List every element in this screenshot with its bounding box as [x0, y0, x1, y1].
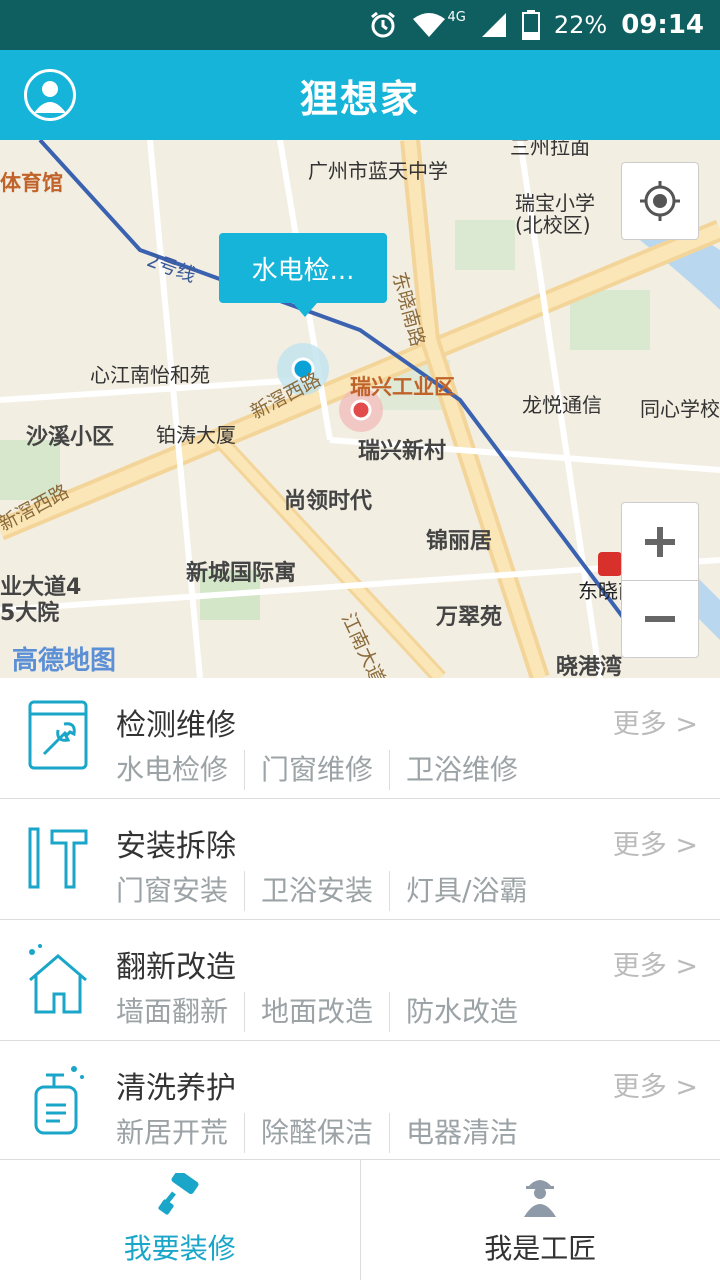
map-label: 新城国际寓	[186, 561, 297, 586]
profile-button[interactable]	[24, 69, 76, 121]
service-name: 翻新改造	[116, 950, 236, 985]
service-name: 安装拆除	[116, 829, 236, 864]
tab-craftsman[interactable]: 我是工匠	[359, 1160, 720, 1280]
sub-service[interactable]: 新居开荒	[116, 1113, 246, 1153]
wifi-icon	[412, 13, 445, 37]
battery-percent: 22%	[553, 11, 608, 39]
spray-bottle-icon	[34, 1066, 84, 1135]
map-label: 锦丽居	[426, 529, 493, 554]
sub-service[interactable]: 门窗维修	[261, 750, 391, 790]
sub-service[interactable]: 墙面翻新	[116, 992, 246, 1032]
map-label: 同心学校	[640, 397, 720, 421]
map-label: 沙溪小区	[26, 425, 115, 450]
service-category[interactable]: 清洗养护 更多 > 新居开荒 除醛保洁 电器清洁	[0, 1041, 720, 1159]
map-label: 铂涛大厦	[156, 423, 236, 447]
service-category[interactable]: 检测维修 更多 > 水电检修 门窗维修 卫浴维修	[0, 678, 720, 799]
sub-service[interactable]: 卫浴安装	[261, 871, 391, 911]
service-category[interactable]: 安装拆除 更多 > 门窗安装 卫浴安装 灯具/浴霸	[0, 799, 720, 920]
map-label: 业大道4	[0, 575, 82, 600]
map-label: 心江南怡和苑	[90, 363, 210, 387]
sub-service[interactable]: 灯具/浴霸	[406, 871, 543, 911]
more-link[interactable]: 更多 >	[613, 702, 698, 741]
tools-icon	[28, 827, 88, 889]
map-label: 瑞兴工业区	[350, 375, 455, 399]
clock: 09:14	[621, 10, 704, 40]
more-link[interactable]: 更多 >	[613, 944, 698, 983]
status-bar: 4G 22% 09:14	[0, 0, 720, 50]
sub-service[interactable]: 水电检修	[116, 750, 246, 790]
service-name: 清洗养护	[116, 1071, 236, 1106]
map-view[interactable]: 体育馆 广州市蓝天中学 三州拉面 瑞宝小学 (北校区) 2号线 东晓南路 心江南…	[0, 140, 720, 678]
crosshair-icon	[640, 181, 680, 221]
plus-icon	[645, 526, 675, 557]
service-list: 检测维修 更多 > 水电检修 门窗维修 卫浴维修 安装拆除 更多 > 门窗安装 …	[0, 678, 720, 1159]
app-title: 狸想家	[299, 76, 420, 121]
network-type: 4G	[447, 10, 466, 25]
minus-icon	[645, 616, 675, 622]
map-label: 尚领时代	[284, 489, 373, 514]
sub-service[interactable]: 卫浴维修	[406, 750, 534, 790]
tab-label: 我要装修	[123, 1232, 236, 1265]
house-icon	[29, 944, 87, 1014]
map-label: 龙悦通信	[522, 393, 602, 417]
repair-icon	[28, 700, 88, 770]
sub-service[interactable]: 地面改造	[261, 992, 391, 1032]
service-tooltip[interactable]: 水电检...	[219, 233, 387, 317]
map-label: 体育馆	[0, 171, 63, 195]
map-label: 广州市蓝天中学	[308, 159, 448, 183]
tab-label: 我是工匠	[484, 1232, 597, 1265]
sub-service[interactable]: 除醛保洁	[261, 1113, 391, 1153]
service-name: 检测维修	[116, 708, 236, 743]
battery-icon	[521, 10, 540, 40]
service-category[interactable]: 翻新改造 更多 > 墙面翻新 地面改造 防水改造	[0, 920, 720, 1041]
sub-service[interactable]: 门窗安装	[116, 871, 246, 911]
map-label: 瑞兴新村	[358, 439, 447, 464]
zoom-in-button[interactable]	[622, 503, 698, 580]
map-logo: 高德地图	[12, 646, 117, 676]
tab-renovate[interactable]: 我要装修	[0, 1160, 360, 1280]
zoom-out-button[interactable]	[622, 580, 698, 657]
map-label: 晓港湾	[556, 655, 623, 678]
app-header: 狸想家	[0, 50, 720, 140]
map-label: 瑞宝小学	[515, 191, 595, 215]
more-link[interactable]: 更多 >	[613, 1065, 698, 1104]
worker-icon	[524, 1180, 557, 1217]
sub-service[interactable]: 防水改造	[406, 992, 534, 1032]
map-label: 万翠苑	[436, 605, 503, 630]
zoom-controls	[621, 502, 699, 658]
sub-service[interactable]: 电器清洁	[406, 1113, 534, 1153]
paint-roller-icon	[158, 1173, 199, 1215]
map-label: (北校区)	[515, 213, 591, 237]
bottom-tab-bar: 我要装修 我是工匠	[0, 1159, 720, 1280]
more-link[interactable]: 更多 >	[613, 823, 698, 862]
map-label: 5大院	[0, 601, 60, 626]
alarm-icon	[370, 11, 395, 38]
map-label: 三州拉面	[510, 140, 590, 159]
user-icon	[34, 81, 66, 113]
signal-icon	[481, 13, 506, 37]
locate-button[interactable]	[621, 162, 699, 240]
